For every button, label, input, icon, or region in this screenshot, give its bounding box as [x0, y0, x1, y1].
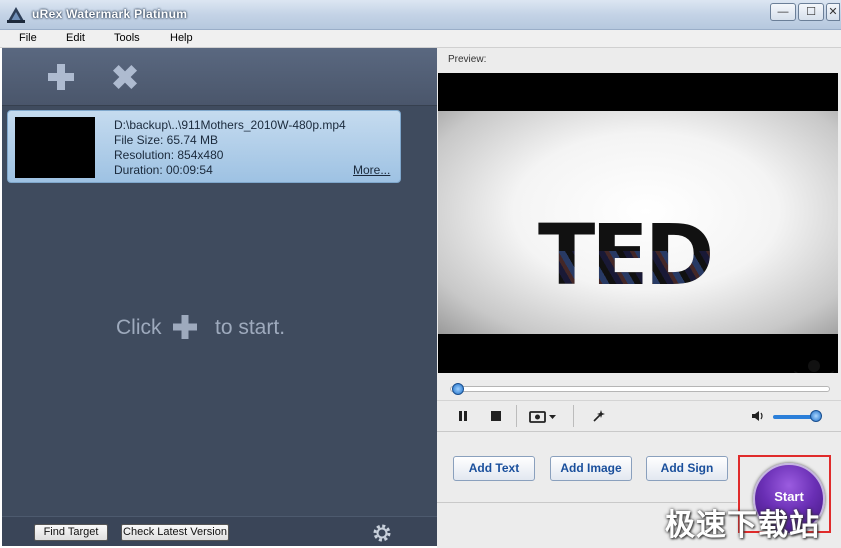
empty-hint-suffix: to start.: [215, 316, 286, 339]
add-icon[interactable]: [46, 62, 76, 92]
file-duration: Duration: 00:09:54: [114, 163, 213, 177]
settings-icon[interactable]: [372, 523, 392, 543]
menu-help[interactable]: Help: [170, 32, 193, 44]
check-version-button[interactable]: Check Latest Version: [121, 524, 229, 541]
control-separator: [516, 405, 517, 427]
find-target-button[interactable]: Find Target: [34, 524, 108, 541]
control-separator: [573, 405, 574, 427]
more-info-link[interactable]: More...: [353, 163, 390, 177]
volume-handle[interactable]: [810, 410, 823, 422]
app-logo-icon: [7, 7, 25, 23]
pause-icon[interactable]: [456, 409, 470, 423]
seek-handle[interactable]: [451, 383, 464, 395]
title-bar: uRex Watermark Platinum — ☐ ✕: [0, 0, 841, 30]
add-icon[interactable]: [172, 314, 198, 340]
video-thumbnail: [15, 117, 95, 178]
preview-panel: Preview: TED: [437, 48, 841, 548]
maximize-button[interactable]: ☐: [798, 3, 824, 21]
watermark-logo-icon: [794, 360, 834, 373]
add-sign-button[interactable]: Add Sign: [646, 456, 728, 481]
seek-bar[interactable]: [450, 386, 830, 392]
snapshot-icon[interactable]: [529, 409, 557, 423]
left-footer: Find Target Check Latest Version: [2, 516, 437, 546]
menu-edit[interactable]: Edit: [66, 32, 85, 44]
empty-hint-text: Click: [116, 316, 162, 339]
menu-tools[interactable]: Tools: [114, 32, 140, 44]
logo-texture: [550, 251, 740, 301]
video-preview[interactable]: TED: [438, 73, 838, 373]
window-title: uRex Watermark Platinum: [32, 7, 188, 21]
file-path: D:\backup\..\911Mothers_2010W-480p.mp4: [114, 118, 346, 132]
file-toolbar: [2, 48, 437, 106]
file-resolution: Resolution: 854x480: [114, 148, 224, 162]
video-frame: TED: [438, 111, 838, 373]
stop-icon[interactable]: [489, 409, 503, 423]
file-list-panel: D:\backup\..\911Mothers_2010W-480p.mp4 F…: [2, 48, 437, 546]
add-image-button[interactable]: Add Image: [550, 456, 632, 481]
close-button[interactable]: ✕: [826, 3, 840, 21]
remove-icon[interactable]: [110, 62, 140, 92]
add-text-button[interactable]: Add Text: [453, 456, 535, 481]
effect-icon[interactable]: [592, 409, 606, 423]
preview-label: Preview:: [448, 54, 487, 65]
file-size: File Size: 65.74 MB: [114, 133, 219, 147]
menu-bar: File Edit Tools Help: [0, 30, 841, 48]
minimize-button[interactable]: —: [770, 3, 796, 21]
playback-controls: [437, 400, 841, 430]
volume-icon[interactable]: [751, 410, 765, 422]
file-list-item[interactable]: D:\backup\..\911Mothers_2010W-480p.mp4 F…: [7, 110, 401, 183]
site-watermark: 极速下载站: [665, 509, 820, 542]
menu-file[interactable]: File: [19, 32, 37, 44]
